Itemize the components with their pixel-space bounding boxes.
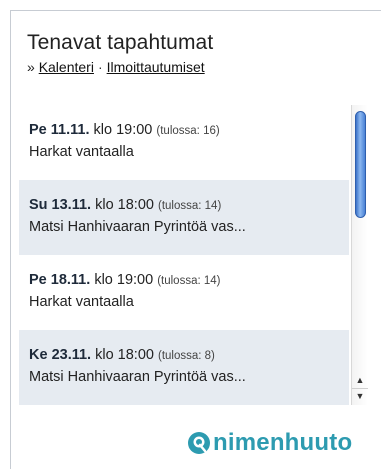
event-day: Pe 18.11. bbox=[29, 272, 91, 288]
list-scrollbar[interactable]: ▲ ▼ bbox=[351, 105, 368, 405]
events-widget: Tenavat tapahtumat » Kalenteri · Ilmoittau… bbox=[10, 10, 381, 469]
event-name: Matsi Hanhivaaran Pyrintöä vas... bbox=[29, 219, 246, 235]
event-name: Harkat vantaalla bbox=[29, 144, 134, 160]
event-time: klo 19:00 bbox=[93, 122, 153, 138]
event-attendee-count: (tulossa: 8) bbox=[158, 350, 215, 362]
header-links: » Kalenteri · Ilmoittautumiset bbox=[27, 59, 213, 75]
event-item[interactable]: Su 13.11. klo 18:00 (tulossa: 14) Matsi … bbox=[19, 180, 349, 255]
event-time: klo 19:00 bbox=[94, 272, 154, 288]
scrollbar-thumb[interactable] bbox=[355, 111, 366, 218]
links-separator: · bbox=[97, 59, 103, 75]
widget-header: Tenavat tapahtumat » Kalenteri · Ilmoittau… bbox=[27, 31, 213, 75]
event-item[interactable]: Ke 23.11. klo 18:00 (tulossa: 8) Matsi H… bbox=[19, 330, 349, 405]
event-name: Matsi Hanhivaaran Pyrintöä vas... bbox=[29, 369, 246, 385]
scroll-down-arrow-icon[interactable]: ▼ bbox=[352, 388, 368, 404]
event-time: klo 18:00 bbox=[95, 347, 154, 363]
event-attendee-count: (tulossa: 16) bbox=[156, 125, 220, 137]
event-day: Ke 23.11. bbox=[29, 347, 92, 363]
event-list[interactable]: Pe 11.11. klo 19:00 (tulossa: 16) Harkat… bbox=[19, 105, 349, 405]
links-prefix: » bbox=[27, 59, 35, 75]
event-day: Su 13.11. bbox=[29, 197, 92, 213]
event-item[interactable]: Pe 18.11. klo 19:00 (tulossa: 14) Harkat… bbox=[19, 255, 349, 330]
nimenhuuto-logo[interactable]: nimenhuuto bbox=[187, 429, 352, 457]
calendar-link[interactable]: Kalenteri bbox=[39, 59, 94, 75]
scroll-up-arrow-icon[interactable]: ▲ bbox=[352, 373, 368, 388]
event-name: Harkat vantaalla bbox=[29, 294, 134, 310]
event-item[interactable]: Pe 11.11. klo 19:00 (tulossa: 16) Harkat… bbox=[19, 105, 349, 180]
logo-q-icon bbox=[188, 432, 210, 454]
signups-link[interactable]: Ilmoittautumiset bbox=[107, 59, 205, 75]
event-time: klo 18:00 bbox=[95, 197, 154, 213]
logo-text: nimenhuuto bbox=[213, 429, 353, 456]
widget-title: Tenavat tapahtumat bbox=[27, 31, 214, 54]
event-attendee-count: (tulossa: 14) bbox=[158, 200, 222, 212]
event-attendee-count: (tulossa: 14) bbox=[157, 275, 221, 287]
event-day: Pe 11.11. bbox=[29, 122, 90, 138]
